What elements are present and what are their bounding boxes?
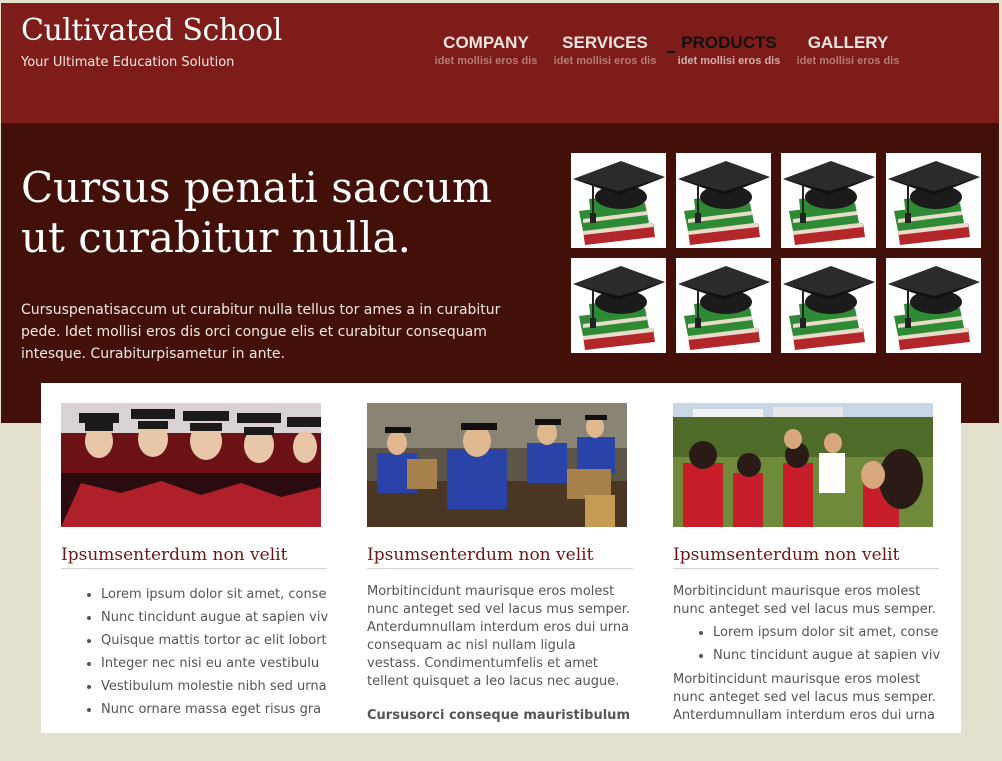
- nav-label-company[interactable]: COMPANY: [425, 33, 547, 53]
- content-column-2: Ipsumsenterdum non velit Morbitincidunt …: [367, 403, 633, 725]
- nav-item-company[interactable]: COMPANY idet mollisi eros dis: [425, 33, 547, 67]
- list-item: Nunc tincidunt augue at sapien viv: [713, 644, 940, 667]
- nav-label-products[interactable]: PRODUCTS: [668, 33, 790, 53]
- graduation-cap-books-icon[interactable]: [886, 153, 981, 248]
- column-2-paragraph: Morbitincidunt maurisque eros molest nun…: [367, 584, 631, 689]
- nav-label-services[interactable]: SERVICES: [544, 33, 666, 53]
- list-item: Quisque mattis tortor ac elit lobort: [101, 629, 327, 652]
- graduation-cap-books-icon[interactable]: [676, 153, 771, 248]
- list-item: Lorem ipsum dolor sit amet, conse: [713, 621, 939, 644]
- students-writing-photo[interactable]: [367, 403, 627, 527]
- nav-item-products[interactable]: PRODUCTS idet mollisi eros dis: [667, 33, 790, 67]
- list-item: Lorem ipsum dolor sit amet, conse: [101, 583, 327, 606]
- content-column-3: Ipsumsenterdum non velit Morbitincidunt …: [673, 403, 940, 725]
- page-frame: Cultivated School Your Ultimate Educatio…: [1, 3, 999, 761]
- graduation-cap-books-icon[interactable]: [571, 153, 666, 248]
- column-3-paragraph: Morbitincidunt maurisque eros molest nun…: [673, 584, 937, 617]
- column-2-title: Ipsumsenterdum non velit: [367, 545, 633, 569]
- column-1-list: Lorem ipsum dolor sit amet, conse Nunc t…: [61, 583, 328, 721]
- graduates-photo[interactable]: [61, 403, 321, 527]
- children-celebration-photo[interactable]: [673, 403, 933, 527]
- nav-active-marker: [667, 51, 675, 53]
- list-item: Integer nec nisi eu ante vestibulu: [101, 652, 327, 675]
- graduation-cap-books-icon[interactable]: [676, 258, 771, 353]
- site-tagline: Your Ultimate Education Solution: [21, 55, 235, 70]
- nav-sub-company: idet mollisi eros dis: [434, 55, 538, 67]
- nav-item-gallery[interactable]: GALLERY idet mollisi eros dis: [787, 33, 909, 67]
- hero-banner: Cursus penati saccum ut curabitur nulla.…: [1, 123, 999, 423]
- nav-sub-gallery: idet mollisi eros dis: [796, 55, 900, 67]
- column-1-title: Ipsumsenterdum non velit: [61, 545, 327, 569]
- nav-sub-products: idet mollisi eros dis: [677, 55, 781, 67]
- nav-label-gallery[interactable]: GALLERY: [787, 33, 909, 53]
- graduation-cap-books-icon[interactable]: [781, 153, 876, 248]
- column-3-list: Lorem ipsum dolor sit amet, conse Nunc t…: [673, 621, 940, 667]
- content-column-1: Ipsumsenterdum non velit Lorem ipsum dol…: [61, 403, 328, 721]
- nav-sub-services: idet mollisi eros dis: [553, 55, 657, 67]
- list-item: Vestibulum molestie nibh sed urna: [101, 675, 327, 698]
- graduation-cap-books-icon[interactable]: [781, 258, 876, 353]
- content-panel: Ipsumsenterdum non velit Lorem ipsum dol…: [41, 383, 961, 733]
- list-item: Nunc tincidunt augue at sapien viv: [101, 606, 328, 629]
- graduation-cap-books-icon[interactable]: [886, 258, 981, 353]
- column-3-title: Ipsumsenterdum non velit: [673, 545, 939, 569]
- hero-text: Cursuspenatisaccum ut curabitur nulla te…: [21, 302, 501, 362]
- site-title[interactable]: Cultivated School: [21, 13, 282, 48]
- site-header: Cultivated School Your Ultimate Educatio…: [1, 3, 999, 123]
- column-2-subheading: Cursusorci conseque mauristibulum: [367, 708, 630, 723]
- hero-title: Cursus penati saccum ut curabitur nulla.: [21, 163, 492, 262]
- graduation-cap-books-icon[interactable]: [571, 258, 666, 353]
- column-3-paragraph-2: Morbitincidunt maurisque eros molest nun…: [673, 672, 937, 723]
- nav-item-services[interactable]: SERVICES idet mollisi eros dis: [544, 33, 666, 67]
- list-item: Nunc ornare massa eget risus gra: [101, 698, 327, 721]
